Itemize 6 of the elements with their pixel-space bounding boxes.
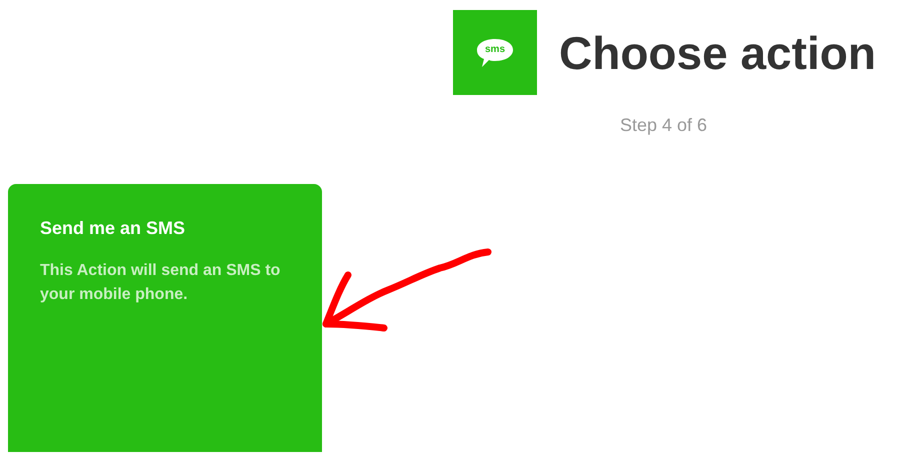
sms-app-icon: sms (453, 10, 537, 95)
action-description: This Action will send an SMS to your mobile phone. (40, 261, 282, 305)
action-card[interactable]: Send me an SMS This Action will send an SMS to your mobile phone. (8, 184, 322, 452)
action-title: Send me an SMS (40, 218, 186, 239)
step-indicator: Step 4 of 6 (620, 115, 708, 136)
page-title: Choose action (559, 26, 876, 80)
